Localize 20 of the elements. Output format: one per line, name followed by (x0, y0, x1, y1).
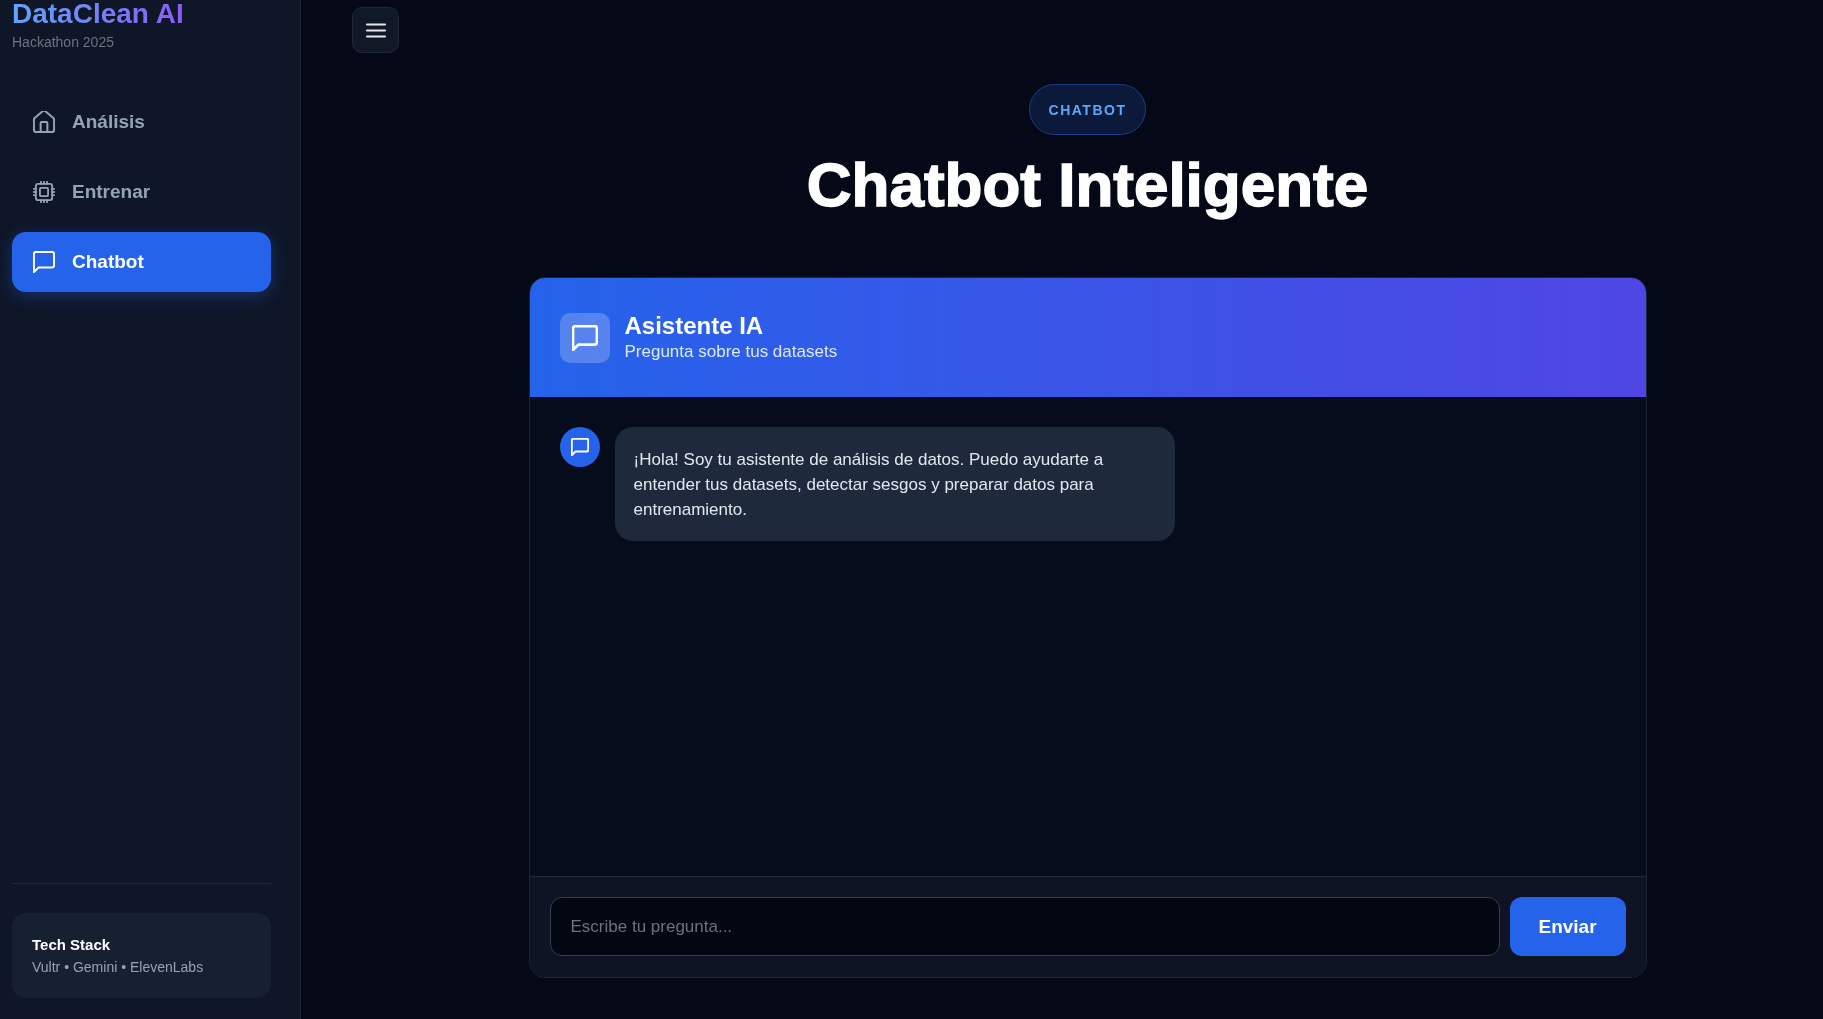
logo-subtitle: Hackathon 2025 (12, 34, 114, 51)
page-title: Chatbot Inteligente (806, 149, 1369, 221)
question-input[interactable]: Escribe tu pregunta... (549, 897, 1500, 956)
chat-subtitle: Pregunta sobre tus datasets (624, 341, 838, 363)
chat-bubble-icon (559, 312, 610, 363)
chat-bubble-icon (33, 251, 55, 273)
section-badge: CHATBOT (1028, 84, 1147, 135)
sidebar-nav-item[interactable]: Entrenar (12, 162, 271, 222)
chat-bubble-icon (559, 427, 600, 467)
message-bubble: ¡Hola! Soy tu asistente de análisis de datos. Puedo ayudarte a entender tus datasets, detectar sesgos y preparar datos para entrenamiento. (614, 427, 1175, 541)
sidebar-nav-item[interactable]: Chatbot (12, 232, 271, 292)
home-icon (33, 111, 55, 133)
menu-icon (365, 22, 386, 38)
menu-button[interactable] (352, 7, 399, 53)
tech-stack-list: Vultr • Gemini • ElevenLabs (32, 959, 204, 975)
send-button[interactable]: Enviar (1509, 897, 1626, 956)
chat-title: Asistente IA (624, 312, 764, 340)
tech-stack-title: Tech Stack (32, 936, 111, 953)
sidebar-nav-item[interactable]: Análisis (12, 92, 271, 152)
chip-icon (33, 181, 55, 203)
